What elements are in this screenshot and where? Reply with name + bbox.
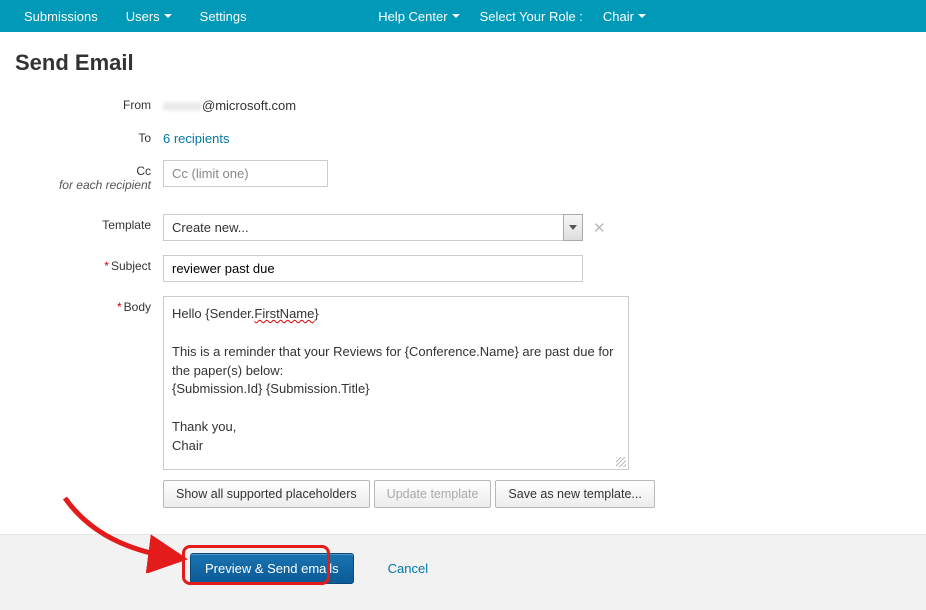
body-seg-1: Hello {Sender. <box>172 306 254 321</box>
show-placeholders-button[interactable]: Show all supported placeholders <box>163 480 370 508</box>
preview-send-button[interactable]: Preview & Send emails <box>190 553 354 584</box>
footer-bar: Preview & Send emails Cancel <box>0 534 926 610</box>
nav-settings[interactable]: Settings <box>186 0 261 32</box>
update-template-button: Update template <box>374 480 492 508</box>
cancel-link[interactable]: Cancel <box>388 561 428 576</box>
label-template: Template <box>15 214 163 232</box>
nav-submissions[interactable]: Submissions <box>10 0 112 32</box>
resize-handle-icon[interactable] <box>616 457 626 467</box>
label-body: *Body <box>15 296 163 314</box>
template-button-row: Show all supported placeholders Update t… <box>163 480 655 508</box>
subject-input[interactable] <box>163 255 583 282</box>
from-domain-part: @microsoft.com <box>202 98 296 113</box>
template-select[interactable]: Create new... <box>163 214 583 241</box>
body-seg-rest: This is a reminder that your Reviews for… <box>172 344 617 453</box>
value-to: 6 recipients <box>163 127 229 146</box>
label-to: To <box>15 127 163 145</box>
template-clear-icon[interactable]: ✕ <box>591 219 608 237</box>
row-body: *Body Hello {Sender.FirstName} This is a… <box>15 296 911 508</box>
cc-input[interactable] <box>163 160 328 187</box>
nav-help-center[interactable]: Help Center <box>368 0 469 32</box>
row-subject: *Subject <box>15 255 911 282</box>
template-select-caret[interactable] <box>563 214 583 241</box>
body-seg-2: } <box>314 306 318 321</box>
label-subject-text: Subject <box>111 259 151 273</box>
role-label: Select Your Role : <box>470 0 593 32</box>
label-cc: Cc for each recipient <box>15 160 163 192</box>
label-cc-text: Cc <box>136 164 151 178</box>
label-from: From <box>15 94 163 112</box>
page-title: Send Email <box>15 50 911 76</box>
page-body: Send Email From xxxxxx@microsoft.com To … <box>0 32 926 508</box>
nav-left-group: Submissions Users Settings <box>10 0 261 32</box>
body-seg-squiggle: FirstName <box>254 306 314 321</box>
nav-users[interactable]: Users <box>112 0 186 32</box>
top-nav-bar: Submissions Users Settings Help Center S… <box>0 0 926 32</box>
nav-center-group: Help Center Select Your Role : Chair <box>368 0 656 32</box>
footer-inner: Preview & Send emails Cancel <box>190 553 926 584</box>
label-cc-sub: for each recipient <box>15 178 151 192</box>
row-from: From xxxxxx@microsoft.com <box>15 94 911 113</box>
role-select[interactable]: Chair <box>593 0 656 32</box>
save-template-button[interactable]: Save as new template... <box>495 480 654 508</box>
label-subject: *Subject <box>15 255 163 273</box>
body-input[interactable]: Hello {Sender.FirstName} This is a remin… <box>163 296 629 470</box>
template-select-value: Create new... <box>163 214 563 241</box>
recipients-link[interactable]: 6 recipients <box>163 131 229 146</box>
row-to: To 6 recipients <box>15 127 911 146</box>
row-cc: Cc for each recipient <box>15 160 911 192</box>
label-body-text: Body <box>124 300 151 314</box>
row-template: Template Create new... ✕ <box>15 214 911 241</box>
from-hidden-part: xxxxxx <box>163 98 202 113</box>
value-from: xxxxxx@microsoft.com <box>163 94 296 113</box>
